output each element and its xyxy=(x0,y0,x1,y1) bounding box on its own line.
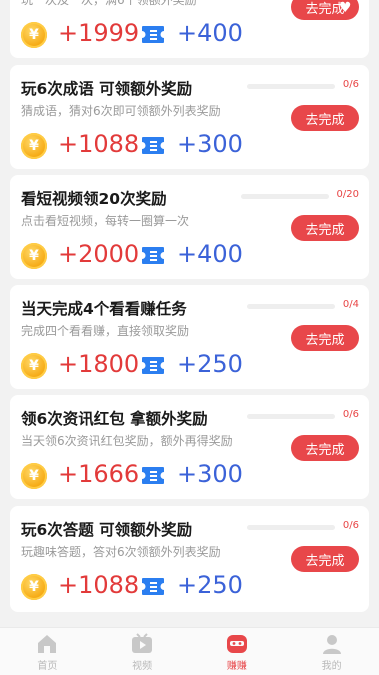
ticket-reward: +300 xyxy=(177,460,243,488)
ticket-reward: +400 xyxy=(177,240,243,268)
task-description: 完成四个看看赚，直接领取奖励 xyxy=(21,324,190,338)
ticket-reward: +250 xyxy=(177,571,243,599)
progress-bar xyxy=(247,525,335,530)
tab-label: 我的 xyxy=(321,661,342,672)
task-card: 看短视频领20次奖励 0/20 点击看短视频，每转一圈算一次 去完成 ¥ +20… xyxy=(10,175,369,279)
ticket-icon xyxy=(142,357,164,374)
task-title: 看短视频领20次奖励 xyxy=(21,190,167,208)
progress-count: 0/4 xyxy=(342,299,359,310)
tab-label: 首页 xyxy=(37,661,58,672)
task-card: 当天完成4个看看赚任务 0/4 完成四个看看赚，直接领取奖励 去完成 ¥ +18… xyxy=(10,285,369,389)
ticket-icon xyxy=(142,578,164,595)
complete-button[interactable]: 去完成 xyxy=(291,215,359,241)
home-icon xyxy=(38,635,57,653)
ticket-icon xyxy=(142,137,164,154)
complete-button[interactable]: 去完成 xyxy=(291,435,359,461)
tab-video[interactable]: 视频 xyxy=(95,628,190,675)
progress-bar xyxy=(241,194,329,199)
complete-button[interactable]: 去完成 xyxy=(291,325,359,351)
video-icon xyxy=(132,633,153,653)
progress-bar xyxy=(247,304,335,309)
task-card: 玩6次成语 可领额外奖励 0/6 猜成语，猜对6次即可领额外列表奖励 去完成 ¥… xyxy=(10,65,369,169)
coin-reward: +1088 xyxy=(58,571,140,599)
coin-icon: ¥ xyxy=(21,133,47,159)
task-description: 当天领6次资讯红包奖励，额外再得奖励 xyxy=(21,434,233,448)
progress-bar xyxy=(247,414,335,419)
coin-icon: ¥ xyxy=(21,22,47,48)
progress-count: 0/20 xyxy=(336,189,359,200)
progress-count: 0/6 xyxy=(342,520,359,531)
task-title: 玩6次答题 可领额外奖励 xyxy=(21,521,193,539)
task-description: 点击看短视频，每转一圈算一次 xyxy=(21,214,190,228)
task-card: 玩一次及一次，满6个领额外奖励 去完成 ¥ +1999 +400 xyxy=(10,0,369,58)
coin-icon: ¥ xyxy=(21,463,47,489)
complete-button[interactable]: 去完成 xyxy=(291,546,359,572)
progress-count: 0/6 xyxy=(342,409,359,420)
ticket-reward: +400 xyxy=(177,19,243,47)
progress-bar xyxy=(247,84,335,89)
heart-icon: ♥ xyxy=(339,0,352,16)
coin-icon: ¥ xyxy=(21,243,47,269)
task-description: 玩趣味答题，答对6次领额外列表奖励 xyxy=(21,545,221,559)
coin-reward: +1666 xyxy=(58,460,140,488)
coin-reward: +1999 xyxy=(58,19,140,47)
tab-profile[interactable]: 我的 xyxy=(284,628,379,675)
profile-icon xyxy=(322,635,341,654)
coin-reward: +1088 xyxy=(58,130,140,158)
task-description: 猜成语，猜对6次即可领额外列表奖励 xyxy=(21,104,221,118)
coin-reward: +2000 xyxy=(58,240,140,268)
coin-reward: +1800 xyxy=(58,350,140,378)
ticket-icon xyxy=(142,26,164,43)
progress-count: 0/6 xyxy=(342,79,359,90)
ticket-reward: +250 xyxy=(177,350,243,378)
tab-earn[interactable]: 赚赚 xyxy=(190,628,285,675)
ticket-icon xyxy=(142,467,164,484)
task-title: 当天完成4个看看赚任务 xyxy=(21,300,187,318)
ticket-reward: +300 xyxy=(177,130,243,158)
tab-label: 赚赚 xyxy=(226,661,247,672)
task-card: 玩6次答题 可领额外奖励 0/6 玩趣味答题，答对6次领额外列表奖励 去完成 ¥… xyxy=(10,506,369,612)
task-card: 领6次资讯红包 拿额外奖励 0/6 当天领6次资讯红包奖励，额外再得奖励 去完成… xyxy=(10,395,369,499)
task-description: 玩一次及一次，满6个领额外奖励 xyxy=(21,0,197,7)
coin-icon: ¥ xyxy=(21,353,47,379)
tab-home[interactable]: 首页 xyxy=(0,628,95,675)
coin-icon: ¥ xyxy=(21,574,47,600)
tab-label: 视频 xyxy=(132,661,153,672)
task-title: 领6次资讯红包 拿额外奖励 xyxy=(21,410,208,428)
bottom-tab-bar: 首页 视频 赚赚 我的 xyxy=(0,627,379,675)
task-title: 玩6次成语 可领额外奖励 xyxy=(21,80,193,98)
complete-button[interactable]: 去完成 xyxy=(291,105,359,131)
ticket-icon xyxy=(142,247,164,264)
earn-icon xyxy=(226,635,247,653)
